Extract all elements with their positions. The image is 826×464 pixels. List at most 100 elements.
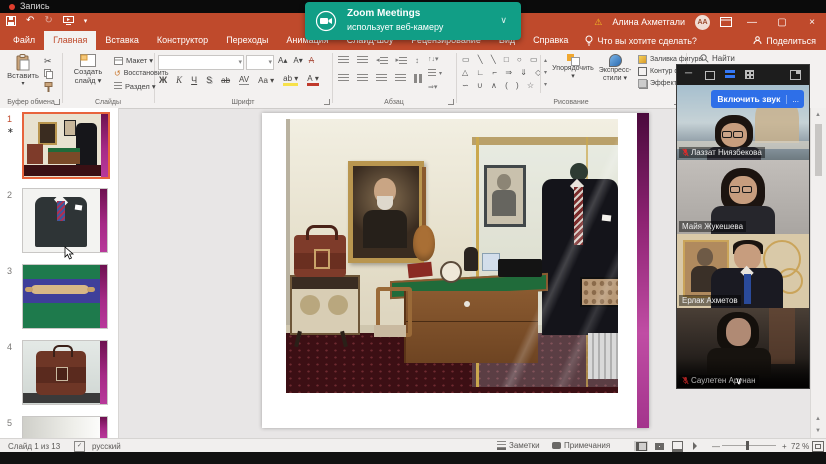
warning-icon[interactable]: ⚠	[594, 17, 602, 28]
underline-button[interactable]: Ч	[191, 75, 197, 85]
participant-video-2[interactable]: Майя Жукешева	[677, 160, 809, 234]
tab-transitions[interactable]: Переходы	[217, 31, 277, 50]
bullets-button[interactable]	[338, 56, 349, 65]
font-size-combobox[interactable]: ▾	[246, 55, 274, 70]
columns-button[interactable]	[414, 74, 424, 83]
slide-thumbnail-3[interactable]	[22, 264, 108, 329]
strikethrough-button[interactable]: ab	[221, 76, 230, 85]
zoom-meeting-panel[interactable]: ─ Включить звук ... Лаззат Ниязбекова	[676, 64, 810, 389]
slide-canvas[interactable]	[262, 113, 649, 428]
font-color-button[interactable]: А ▾	[307, 74, 319, 86]
align-text-button[interactable]: ▾	[428, 69, 442, 78]
tab-home[interactable]: Главная	[44, 31, 96, 50]
paste-button[interactable]: Вставить ▾	[6, 54, 40, 87]
shapes-gallery-scroll[interactable]: ▴▾▾	[540, 55, 550, 93]
shapes-gallery-row3[interactable]: ∽ ∪ ∧ ( ) ☆	[462, 81, 537, 90]
align-center-button[interactable]	[357, 74, 368, 83]
align-right-button[interactable]	[376, 74, 387, 83]
qat-customize-icon[interactable]: ▾	[84, 17, 88, 25]
line-spacing-button[interactable]: ↕	[415, 56, 419, 65]
cut-button[interactable]: ✂	[44, 56, 52, 67]
font-dialog-launcher[interactable]	[324, 99, 330, 105]
text-shadow-button[interactable]: S	[206, 75, 212, 85]
vertical-scrollbar[interactable]: ▲ ▲ ▼	[810, 108, 826, 438]
arrange-button[interactable]: Упорядочить ▾	[552, 54, 594, 80]
zoom-minimize-icon[interactable]: ─	[685, 68, 692, 79]
account-name[interactable]: Алина Ахметгали	[612, 17, 685, 27]
tab-help[interactable]: Справка	[524, 31, 577, 50]
unmute-button[interactable]: Включить звук ...	[711, 90, 804, 108]
spellcheck-icon[interactable]: ✓	[74, 441, 85, 452]
paragraph-dialog-launcher[interactable]	[448, 99, 454, 105]
decrease-indent-button[interactable]: ◂	[376, 56, 388, 64]
new-slide-button[interactable]: Создать слайд ▾	[66, 54, 110, 85]
shapes-gallery-row1[interactable]: ▭ ╲ ╲ □ ○ ▭	[462, 55, 541, 64]
justify-button[interactable]	[395, 74, 406, 83]
zoom-gallery-view-icon[interactable]	[725, 70, 735, 73]
save-icon[interactable]	[6, 16, 16, 26]
unmute-more-icon[interactable]: ...	[786, 95, 804, 104]
avatar[interactable]: АА	[695, 15, 710, 30]
tab-design[interactable]: Конструктор	[148, 31, 217, 50]
increase-indent-button[interactable]: ▸	[396, 56, 408, 64]
quick-styles-button[interactable]: Экспресс- стили ▾	[594, 54, 636, 82]
zoom-layout-icon[interactable]	[790, 70, 801, 80]
next-slide-icon[interactable]: ▼	[815, 428, 821, 434]
view-slide-sorter-button[interactable]	[652, 441, 666, 451]
layout-button[interactable]: Макет ▾	[114, 56, 153, 65]
participant-video-4[interactable]: Саулетен Арунан ∨	[677, 308, 809, 388]
grow-font-button[interactable]: A▴	[278, 56, 287, 65]
slide-thumbnail-4[interactable]	[22, 340, 108, 405]
restore-button[interactable]: ▢	[772, 17, 792, 28]
format-painter-button[interactable]	[44, 82, 53, 92]
bold-button[interactable]: Ж	[159, 75, 167, 85]
minimize-button[interactable]: —	[742, 17, 762, 28]
change-case-button[interactable]: Aa ▾	[258, 76, 274, 85]
text-highlight-button[interactable]: ab ▾	[283, 74, 298, 86]
collapse-strip-chevron-icon[interactable]: ∨	[735, 376, 742, 387]
font-name-combobox[interactable]: ▾	[158, 55, 244, 70]
toast-chevron-icon[interactable]: ∨	[500, 15, 507, 26]
slide-thumbnail-1[interactable]	[22, 112, 110, 179]
start-slideshow-icon[interactable]	[63, 16, 74, 25]
slide-thumbnail-2[interactable]	[22, 188, 108, 253]
zoom-webcam-toast[interactable]: Zoom Meetings использует веб-камеру ∨	[305, 2, 521, 40]
shrink-font-button[interactable]: A▾	[293, 56, 302, 65]
tab-insert[interactable]: Вставка	[96, 31, 147, 50]
zoom-in-button[interactable]: +	[782, 442, 787, 451]
view-reading-button[interactable]	[670, 441, 684, 451]
section-button[interactable]: Раздел ▾	[114, 82, 156, 91]
clear-format-button[interactable]: A	[309, 56, 314, 65]
text-direction-button[interactable]: ↑↓▾	[428, 55, 439, 63]
tell-me-box[interactable]: Что вы хотите сделать?	[577, 31, 705, 50]
character-spacing-button[interactable]: AV	[239, 75, 249, 85]
redo-icon[interactable]: ↻	[44, 15, 52, 26]
view-slideshow-button[interactable]	[688, 441, 702, 451]
zoom-slider-track[interactable]	[722, 445, 776, 446]
shapes-gallery-row2[interactable]: △ ∟ ⌐ ⇒ ⇓ ◇	[462, 68, 544, 77]
ribbon-display-options-icon[interactable]	[720, 17, 732, 27]
tab-file[interactable]: Файл	[4, 31, 44, 50]
numbering-button[interactable]	[357, 56, 368, 65]
align-left-button[interactable]	[338, 74, 349, 83]
language-indicator[interactable]: русский	[92, 442, 121, 451]
close-button[interactable]: ×	[802, 17, 822, 28]
zoom-grid-view-icon[interactable]	[745, 70, 754, 79]
participant-video-3[interactable]: Ерлак Ахметов	[677, 234, 809, 308]
zoom-out-button[interactable]: —	[712, 442, 720, 451]
scroll-thumb[interactable]	[815, 124, 822, 176]
museum-photo[interactable]	[286, 119, 618, 393]
convert-smartart-button[interactable]: ⇒▾	[428, 83, 437, 91]
share-button[interactable]: Поделиться	[753, 31, 816, 50]
copy-button[interactable]	[44, 69, 53, 79]
previous-slide-icon[interactable]: ▲	[815, 416, 821, 422]
zoom-slider-thumb[interactable]	[746, 441, 749, 450]
slide-thumbnail-5[interactable]	[22, 416, 108, 438]
find-button[interactable]: Найти	[700, 54, 735, 63]
zoom-speaker-view-icon[interactable]	[705, 71, 715, 80]
comments-button[interactable]: Примечания	[552, 441, 610, 450]
zoom-percentage[interactable]: 72 %	[791, 442, 809, 451]
fit-to-window-icon[interactable]	[812, 441, 824, 452]
notes-button[interactable]: Заметки	[497, 441, 540, 450]
undo-icon[interactable]: ↶	[26, 15, 34, 26]
